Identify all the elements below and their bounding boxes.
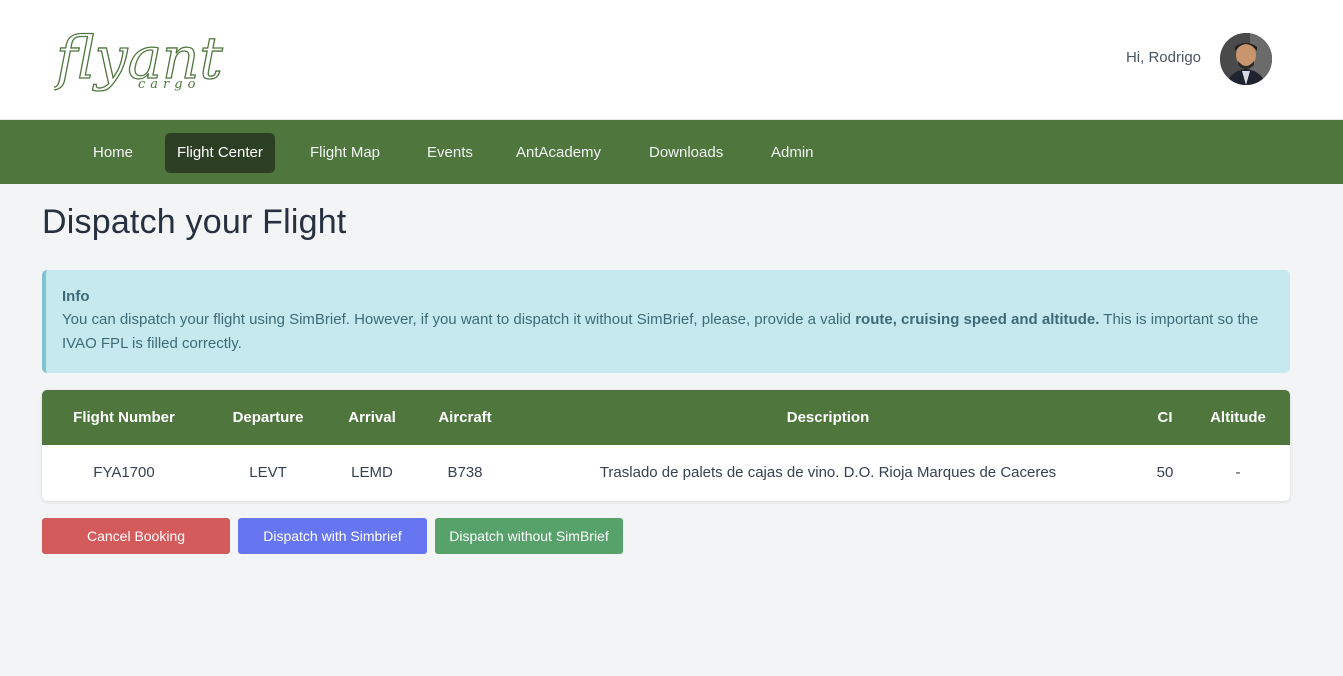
flyant-cargo-logo[interactable]: flyant cargo (51, 18, 244, 100)
info-text-start: You can dispatch your flight using SimBr… (62, 311, 856, 328)
logo-sub-text: cargo (138, 77, 200, 92)
col-altitude: Altitude (1210, 409, 1266, 426)
nav-home[interactable]: Home (81, 133, 145, 173)
nav-flight-map[interactable]: Flight Map (298, 133, 392, 173)
user-avatar[interactable] (1220, 33, 1272, 85)
col-ci: CI (1157, 409, 1173, 426)
info-alert: Info You can dispatch your flight using … (42, 270, 1290, 373)
info-alert-text: You can dispatch your flight using SimBr… (62, 311, 1258, 352)
nav-events[interactable]: Events (415, 133, 485, 173)
cell-description: Traslado de palets de cajas de vino. D.O… (599, 464, 1057, 481)
col-flight-number: Flight Number (73, 409, 175, 426)
main-nav: Home Flight Center Flight Map Events Ant… (0, 120, 1343, 184)
col-departure: Departure (232, 409, 304, 426)
cell-departure: LEVT (249, 464, 287, 481)
cancel-booking-button[interactable]: Cancel Booking (42, 518, 230, 554)
info-alert-title: Info (62, 288, 90, 305)
cell-flight-number: FYA1700 (93, 464, 155, 481)
nav-flight-center[interactable]: Flight Center (165, 133, 275, 173)
col-aircraft: Aircraft (438, 409, 492, 426)
user-greeting: Hi, Rodrigo (1125, 49, 1201, 66)
logo-graphic: flyant cargo (51, 23, 224, 92)
dispatch-without-simbrief-button[interactable]: Dispatch without SimBrief (435, 518, 623, 554)
nav-admin[interactable]: Admin (759, 133, 826, 173)
col-arrival: Arrival (348, 409, 396, 426)
cell-altitude: - (1235, 464, 1241, 481)
col-description: Description (786, 409, 870, 426)
nav-downloads[interactable]: Downloads (637, 133, 735, 173)
page-title: Dispatch your Flight (42, 203, 347, 241)
avatar-icon (1220, 33, 1272, 85)
top-header: flyant cargo Hi, Rodrigo (0, 0, 1343, 120)
flight-table: Flight Number Departure Arrival Aircraft… (42, 390, 1290, 501)
dispatch-simbrief-button[interactable]: Dispatch with Simbrief (238, 518, 427, 554)
cell-ci: 50 (1156, 464, 1174, 481)
info-text-bold: route, cruising speed and altitude. (855, 311, 1100, 328)
nav-antacademy[interactable]: AntAcademy (504, 133, 613, 173)
cell-aircraft: B738 (447, 464, 483, 481)
table-row: FYA1700 LEVT LEMD B738 Traslado de palet… (42, 445, 1290, 501)
table-header-row: Flight Number Departure Arrival Aircraft… (42, 390, 1290, 445)
cell-arrival: LEMD (351, 464, 393, 481)
